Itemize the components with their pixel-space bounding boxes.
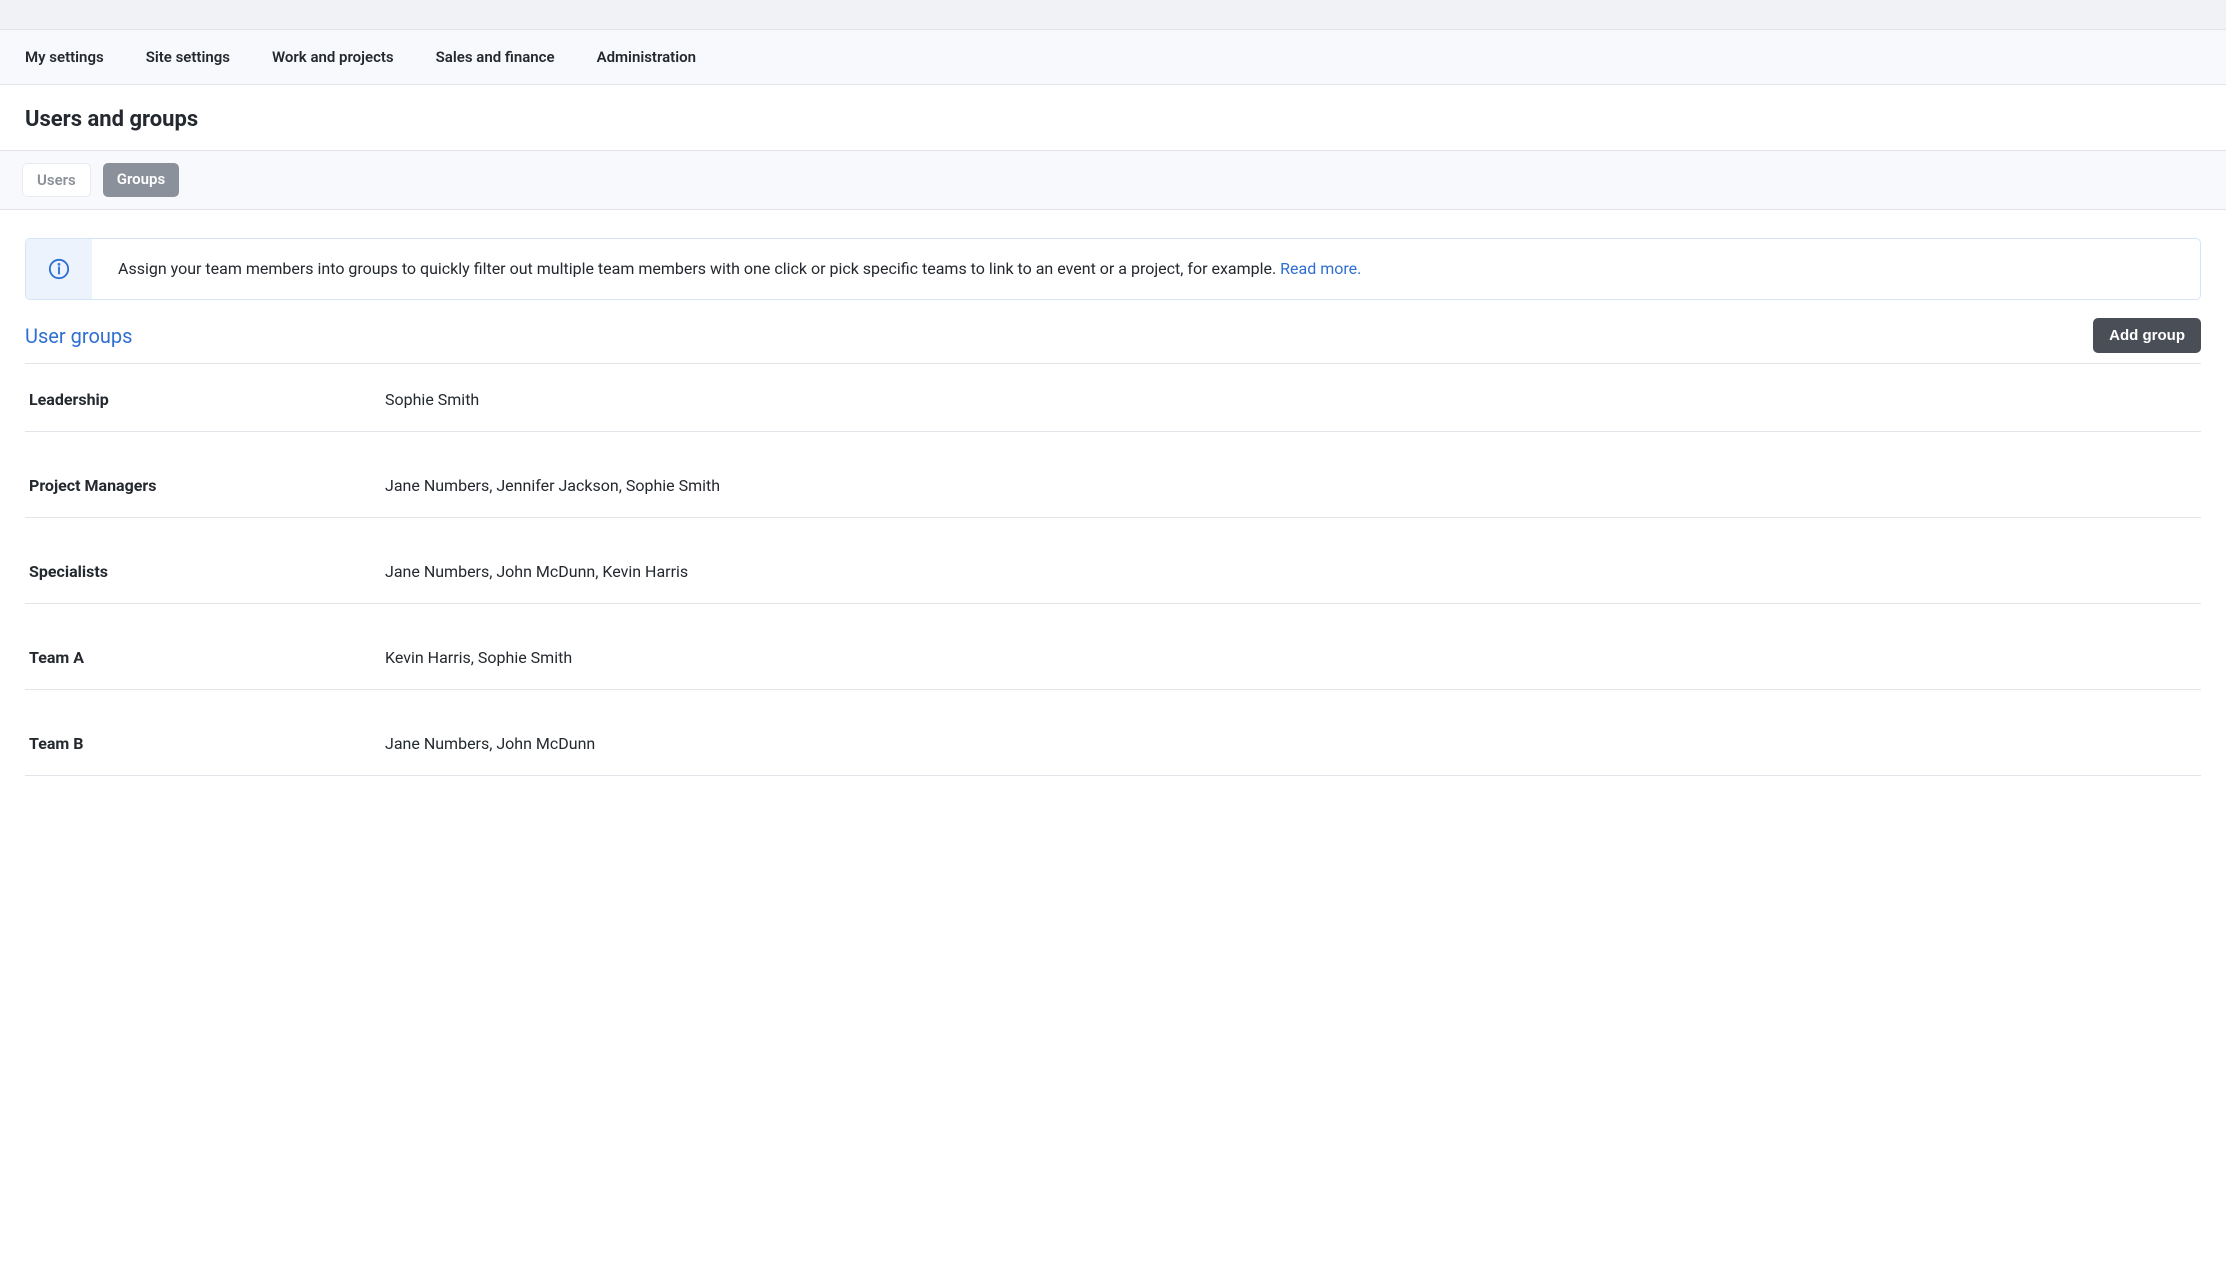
nav-administration[interactable]: Administration bbox=[597, 30, 696, 84]
group-members: Jane Numbers, John McDunn, Kevin Harris bbox=[385, 562, 688, 581]
info-message: Assign your team members into groups to … bbox=[118, 259, 1280, 278]
section-title: User groups bbox=[25, 324, 132, 348]
groups-list: Leadership Sophie Smith Project Managers… bbox=[25, 364, 2201, 776]
nav-my-settings[interactable]: My settings bbox=[25, 30, 104, 84]
main-nav: My settings Site settings Work and proje… bbox=[0, 30, 2226, 85]
section-header: User groups Add group bbox=[25, 318, 2201, 364]
group-members: Kevin Harris, Sophie Smith bbox=[385, 648, 572, 667]
nav-work-and-projects[interactable]: Work and projects bbox=[272, 30, 394, 84]
page-title-section: Users and groups bbox=[0, 85, 2226, 150]
group-name: Leadership bbox=[25, 390, 385, 409]
tab-users[interactable]: Users bbox=[22, 163, 91, 197]
top-bar bbox=[0, 0, 2226, 30]
group-name: Specialists bbox=[25, 562, 385, 581]
group-members: Jane Numbers, Jennifer Jackson, Sophie S… bbox=[385, 476, 720, 495]
page-title: Users and groups bbox=[25, 107, 2201, 132]
content: Assign your team members into groups to … bbox=[0, 210, 2226, 816]
group-row[interactable]: Specialists Jane Numbers, John McDunn, K… bbox=[25, 540, 2201, 604]
info-text: Assign your team members into groups to … bbox=[92, 239, 1387, 299]
nav-sales-and-finance[interactable]: Sales and finance bbox=[436, 30, 555, 84]
group-name: Team A bbox=[25, 648, 385, 667]
add-group-button[interactable]: Add group bbox=[2093, 318, 2201, 353]
group-members: Sophie Smith bbox=[385, 390, 479, 409]
group-name: Project Managers bbox=[25, 476, 385, 495]
info-banner: Assign your team members into groups to … bbox=[25, 238, 2201, 300]
group-row[interactable]: Leadership Sophie Smith bbox=[25, 364, 2201, 432]
group-row[interactable]: Team B Jane Numbers, John McDunn bbox=[25, 712, 2201, 776]
group-row[interactable]: Team A Kevin Harris, Sophie Smith bbox=[25, 626, 2201, 690]
group-members: Jane Numbers, John McDunn bbox=[385, 734, 595, 753]
info-read-more-link[interactable]: Read more. bbox=[1280, 259, 1361, 278]
tabs: Users Groups bbox=[0, 150, 2226, 210]
group-name: Team B bbox=[25, 734, 385, 753]
nav-site-settings[interactable]: Site settings bbox=[146, 30, 230, 84]
info-icon bbox=[26, 239, 92, 299]
tab-groups[interactable]: Groups bbox=[103, 163, 179, 197]
group-row[interactable]: Project Managers Jane Numbers, Jennifer … bbox=[25, 454, 2201, 518]
